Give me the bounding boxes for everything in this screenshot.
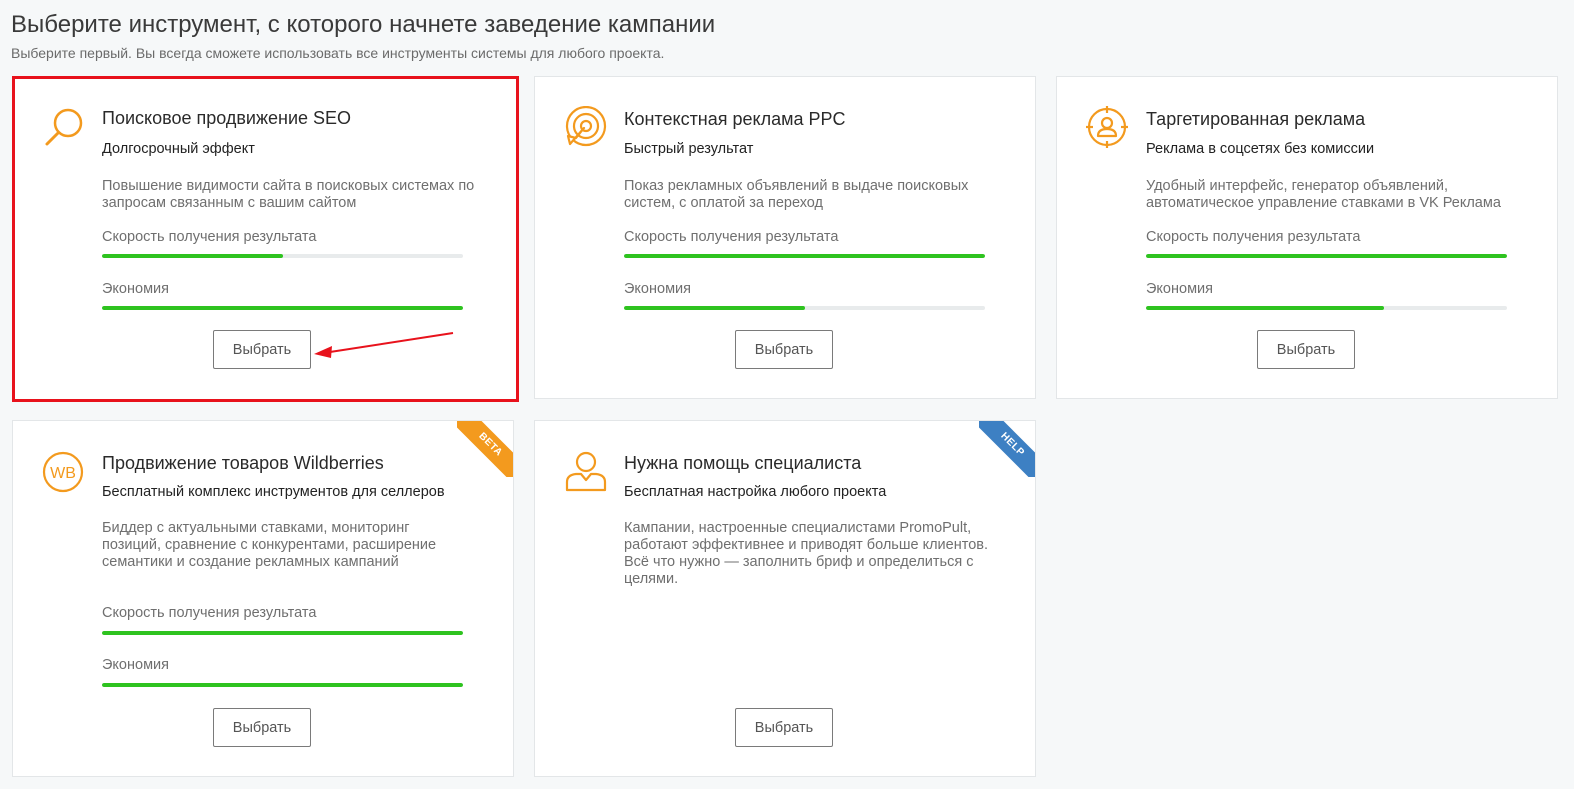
card-help: Нужна помощь специалиста Бесплатная наст… bbox=[534, 420, 1036, 777]
speed-bar-fill bbox=[102, 631, 463, 635]
speed-label: Скорость получения результата bbox=[102, 229, 317, 245]
economy-label: Экономия bbox=[102, 281, 169, 297]
economy-bar-fill bbox=[102, 683, 463, 687]
card-tagline: Реклама в соцсетях без комиссии bbox=[1146, 141, 1375, 157]
card-tagline: Бесплатная настройка любого проекта bbox=[624, 484, 887, 500]
page-title: Выберите инструмент, с которого начнете … bbox=[11, 11, 716, 38]
economy-bar bbox=[102, 683, 463, 687]
target-cursor-icon bbox=[565, 106, 607, 147]
crosshair-person-icon bbox=[1086, 106, 1128, 148]
help-ribbon: HELP bbox=[979, 421, 1035, 477]
card-description: Удобный интерфейс, генератор объявлений,… bbox=[1146, 178, 1501, 211]
economy-label: Экономия bbox=[1146, 281, 1213, 297]
economy-bar-fill bbox=[624, 306, 805, 310]
speed-bar bbox=[624, 254, 985, 258]
economy-bar-fill bbox=[1146, 306, 1385, 310]
speed-label: Скорость получения результата bbox=[1146, 229, 1361, 245]
speed-label: Скорость получения результата bbox=[624, 229, 839, 245]
svg-text:WB: WB bbox=[50, 465, 76, 482]
select-button[interactable]: Выбрать bbox=[735, 330, 833, 369]
card-description: Показ рекламных объявлений в выдаче поис… bbox=[624, 178, 969, 211]
magnifier-icon bbox=[45, 108, 83, 146]
economy-label: Экономия bbox=[102, 657, 169, 673]
economy-bar bbox=[624, 306, 985, 310]
beta-ribbon: BETA bbox=[457, 421, 513, 477]
speed-bar-fill bbox=[624, 254, 985, 258]
select-button[interactable]: Выбрать bbox=[213, 708, 311, 747]
economy-bar-fill bbox=[102, 306, 463, 310]
ribbon-label: HELP bbox=[979, 421, 1035, 477]
card-title: Нужна помощь специалиста bbox=[624, 453, 862, 473]
speed-bar bbox=[1146, 254, 1507, 258]
ribbon-label: BETA bbox=[457, 421, 513, 477]
economy-bar bbox=[1146, 306, 1507, 310]
page-subtitle: Выберите первый. Вы всегда сможете испол… bbox=[11, 45, 665, 61]
wb-logo-icon: WB bbox=[42, 451, 84, 493]
card-targeting: Таргетированная реклама Реклама в соцсет… bbox=[1056, 76, 1558, 399]
speed-bar bbox=[102, 631, 463, 635]
card-title: Продвижение товаров Wildberries bbox=[102, 453, 384, 473]
card-description: Кампании, настроенные специалистами Prom… bbox=[624, 520, 989, 587]
select-button[interactable]: Выбрать bbox=[213, 330, 311, 369]
card-description: Повышение видимости сайта в поисковых си… bbox=[102, 178, 475, 211]
card-ppc: Контекстная реклама PPC Быстрый результа… bbox=[534, 76, 1036, 399]
select-button[interactable]: Выбрать bbox=[735, 708, 833, 747]
economy-label: Экономия bbox=[624, 281, 691, 297]
card-description: Биддер с актуальными ставками, мониторин… bbox=[102, 520, 437, 570]
speed-bar-fill bbox=[1146, 254, 1507, 258]
annotation-arrow-icon bbox=[314, 332, 454, 358]
card-tagline: Быстрый результат bbox=[624, 141, 754, 157]
speed-bar-fill bbox=[102, 254, 283, 258]
card-title: Поисковое продвижение SEO bbox=[102, 108, 352, 128]
economy-bar bbox=[102, 306, 463, 310]
card-tagline: Долгосрочный эффект bbox=[102, 141, 255, 157]
card-wildberries: WB Продвижение товаров Wildberries Беспл… bbox=[12, 420, 514, 777]
person-icon bbox=[565, 451, 607, 492]
card-tagline: Бесплатный комплекс инструментов для сел… bbox=[102, 484, 445, 500]
speed-bar bbox=[102, 254, 463, 258]
select-button[interactable]: Выбрать bbox=[1257, 330, 1355, 369]
card-title: Таргетированная реклама bbox=[1146, 109, 1366, 129]
speed-label: Скорость получения результата bbox=[102, 605, 317, 621]
card-title: Контекстная реклама PPC bbox=[624, 109, 846, 129]
